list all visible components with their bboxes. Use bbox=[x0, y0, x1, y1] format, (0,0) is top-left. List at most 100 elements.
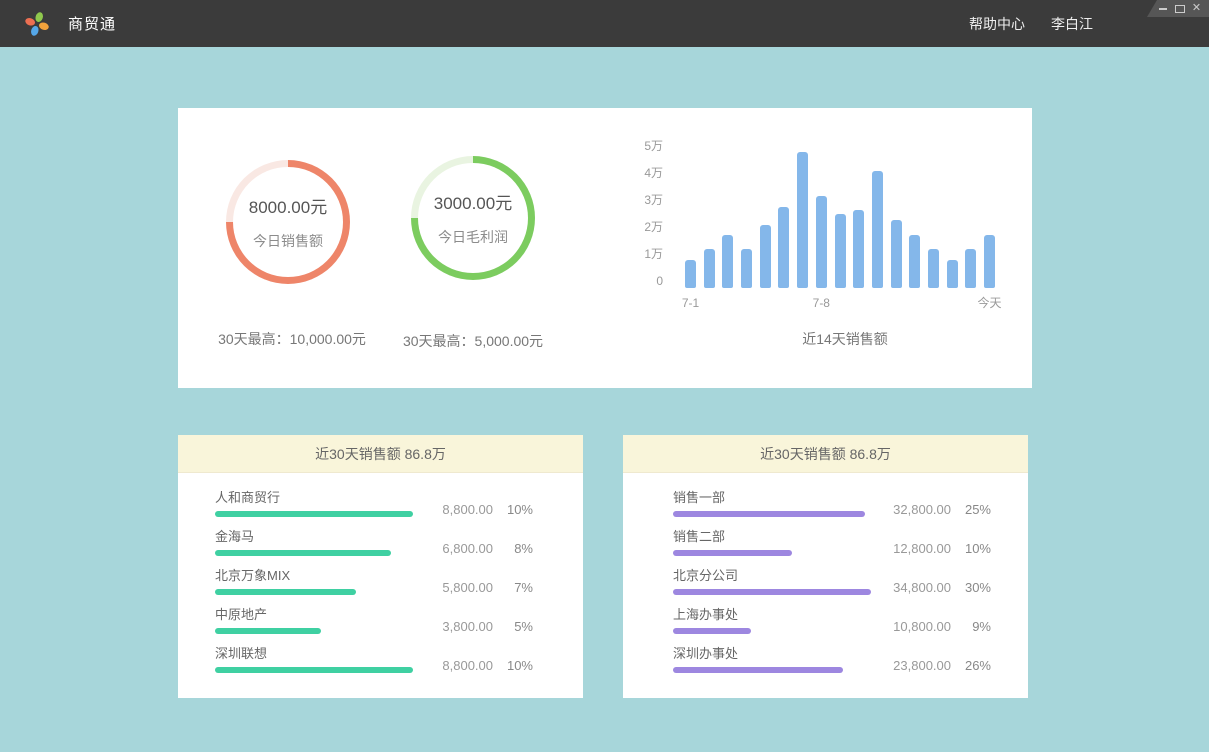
row-progress-bar bbox=[215, 511, 413, 517]
list-item: 深圳办事处23,800.0026% bbox=[673, 646, 991, 673]
list-item: 上海办事处10,800.009% bbox=[673, 607, 991, 634]
row-percent: 25% bbox=[951, 502, 991, 517]
titlebar: 商贸通 帮助中心 李白江 ✕ bbox=[0, 0, 1209, 47]
row-values: 23,800.0026% bbox=[893, 658, 991, 673]
chart-bar bbox=[965, 249, 976, 288]
bar-chart-plot bbox=[685, 140, 995, 288]
bar-chart-y-axis: 0 1万 2万 3万 4万 5万 bbox=[618, 140, 663, 302]
chart-bar bbox=[872, 171, 883, 288]
list-item: 北京万象MIX5,800.007% bbox=[215, 568, 533, 595]
customer-sales-card-title: 近30天销售额 86.8万 bbox=[178, 435, 583, 473]
y-tick-label: 1万 bbox=[618, 247, 663, 261]
close-icon[interactable]: ✕ bbox=[1188, 1, 1205, 16]
row-progress-bar bbox=[673, 589, 871, 595]
row-amount: 34,800.00 bbox=[893, 580, 951, 595]
department-sales-card: 近30天销售额 86.8万 销售一部32,800.0025% 销售二部12,800… bbox=[623, 435, 1028, 698]
chart-bar bbox=[797, 152, 808, 288]
app-logo-pinwheel-icon bbox=[24, 11, 50, 37]
chart-bar bbox=[984, 235, 995, 288]
row-progress-bar bbox=[673, 511, 865, 517]
row-values: 32,800.0025% bbox=[893, 502, 991, 517]
y-tick-label: 0 bbox=[618, 274, 663, 288]
row-percent: 30% bbox=[951, 580, 991, 595]
today-sales-label: 今日销售额 bbox=[253, 231, 323, 251]
minimize-icon[interactable] bbox=[1154, 1, 1171, 16]
list-item: 深圳联想8,800.0010% bbox=[215, 646, 533, 673]
list-item: 销售二部12,800.0010% bbox=[673, 529, 991, 556]
chart-bar bbox=[741, 249, 752, 288]
list-item: 中原地产3,800.005% bbox=[215, 607, 533, 634]
y-tick-label: 3万 bbox=[618, 193, 663, 207]
row-percent: 9% bbox=[951, 619, 991, 634]
today-sales-30day-max: 30天最高：10,000.00元 bbox=[218, 329, 366, 349]
y-tick-label: 5万 bbox=[618, 139, 663, 153]
chart-bar bbox=[778, 207, 789, 288]
row-progress-bar bbox=[215, 667, 413, 673]
today-profit-label: 今日毛利润 bbox=[438, 227, 508, 247]
y-tick-label: 2万 bbox=[618, 220, 663, 234]
chart-bar bbox=[685, 260, 696, 288]
today-profit-30day-max: 30天最高：5,000.00元 bbox=[403, 331, 543, 351]
chart-bar bbox=[722, 235, 733, 288]
row-amount: 6,800.00 bbox=[442, 541, 493, 556]
chart-bar bbox=[816, 196, 827, 288]
row-amount: 32,800.00 bbox=[893, 502, 951, 517]
bar-chart-caption: 近14天销售额 bbox=[802, 329, 888, 349]
bar-chart-x-axis: 7-17-8今天 bbox=[685, 296, 995, 310]
row-values: 6,800.008% bbox=[442, 541, 533, 556]
today-profit-donut-center: 3000.00元 今日毛利润 bbox=[418, 163, 528, 273]
chart-bar bbox=[760, 225, 771, 288]
row-percent: 7% bbox=[493, 580, 533, 595]
today-profit-donut: 3000.00元 今日毛利润 bbox=[411, 156, 535, 280]
row-values: 8,800.0010% bbox=[442, 658, 533, 673]
row-amount: 10,800.00 bbox=[893, 619, 951, 634]
user-name-link[interactable]: 李白江 bbox=[1051, 14, 1093, 34]
chart-bar bbox=[835, 214, 846, 288]
department-sales-rows: 销售一部32,800.0025% 销售二部12,800.0010% 北京分公司34,… bbox=[623, 473, 1028, 673]
row-percent: 10% bbox=[493, 658, 533, 673]
overview-card: 8000.00元 今日销售额 30天最高：10,000.00元 3000.00元… bbox=[178, 108, 1032, 388]
row-values: 5,800.007% bbox=[442, 580, 533, 595]
list-item: 北京分公司34,800.0030% bbox=[673, 568, 991, 595]
row-amount: 8,800.00 bbox=[442, 502, 493, 517]
customer-sales-card: 近30天销售额 86.8万 人和商贸行8,800.0010%金海马6,800.0… bbox=[178, 435, 583, 698]
row-values: 10,800.009% bbox=[893, 619, 991, 634]
chart-bar bbox=[891, 220, 902, 288]
row-values: 8,800.0010% bbox=[442, 502, 533, 517]
row-values: 12,800.0010% bbox=[893, 541, 991, 556]
row-progress-bar bbox=[673, 667, 843, 673]
help-center-link[interactable]: 帮助中心 bbox=[969, 14, 1025, 34]
row-values: 3,800.005% bbox=[442, 619, 533, 634]
row-progress-bar bbox=[215, 589, 356, 595]
app-title: 商贸通 bbox=[68, 13, 116, 34]
chart-bar bbox=[704, 249, 715, 288]
x-tick-label: 今天 bbox=[977, 296, 1001, 310]
row-amount: 3,800.00 bbox=[442, 619, 493, 634]
today-sales-donut: 8000.00元 今日销售额 bbox=[226, 160, 350, 284]
row-percent: 26% bbox=[951, 658, 991, 673]
chart-bar bbox=[853, 210, 864, 288]
row-progress-bar bbox=[673, 550, 792, 556]
customer-sales-rows: 人和商贸行8,800.0010%金海马6,800.008%北京万象MIX5,80… bbox=[178, 473, 583, 673]
row-amount: 23,800.00 bbox=[893, 658, 951, 673]
list-item: 销售一部32,800.0025% bbox=[673, 490, 991, 517]
today-profit-value: 3000.00元 bbox=[434, 189, 512, 214]
y-tick-label: 4万 bbox=[618, 166, 663, 180]
row-progress-bar bbox=[215, 628, 321, 634]
row-values: 34,800.0030% bbox=[893, 580, 991, 595]
today-sales-donut-center: 8000.00元 今日销售额 bbox=[233, 167, 343, 277]
x-tick-label: 7-8 bbox=[813, 296, 830, 310]
chart-bar bbox=[909, 235, 920, 288]
row-percent: 10% bbox=[951, 541, 991, 556]
today-sales-value: 8000.00元 bbox=[249, 193, 327, 218]
row-progress-bar bbox=[215, 550, 391, 556]
maximize-icon[interactable] bbox=[1171, 1, 1188, 16]
row-percent: 5% bbox=[493, 619, 533, 634]
x-tick-label: 7-1 bbox=[682, 296, 699, 310]
chart-bar bbox=[947, 260, 958, 288]
row-progress-bar bbox=[673, 628, 751, 634]
list-item: 金海马6,800.008% bbox=[215, 529, 533, 556]
row-amount: 8,800.00 bbox=[442, 658, 493, 673]
row-percent: 10% bbox=[493, 502, 533, 517]
department-sales-card-title: 近30天销售额 86.8万 bbox=[623, 435, 1028, 473]
